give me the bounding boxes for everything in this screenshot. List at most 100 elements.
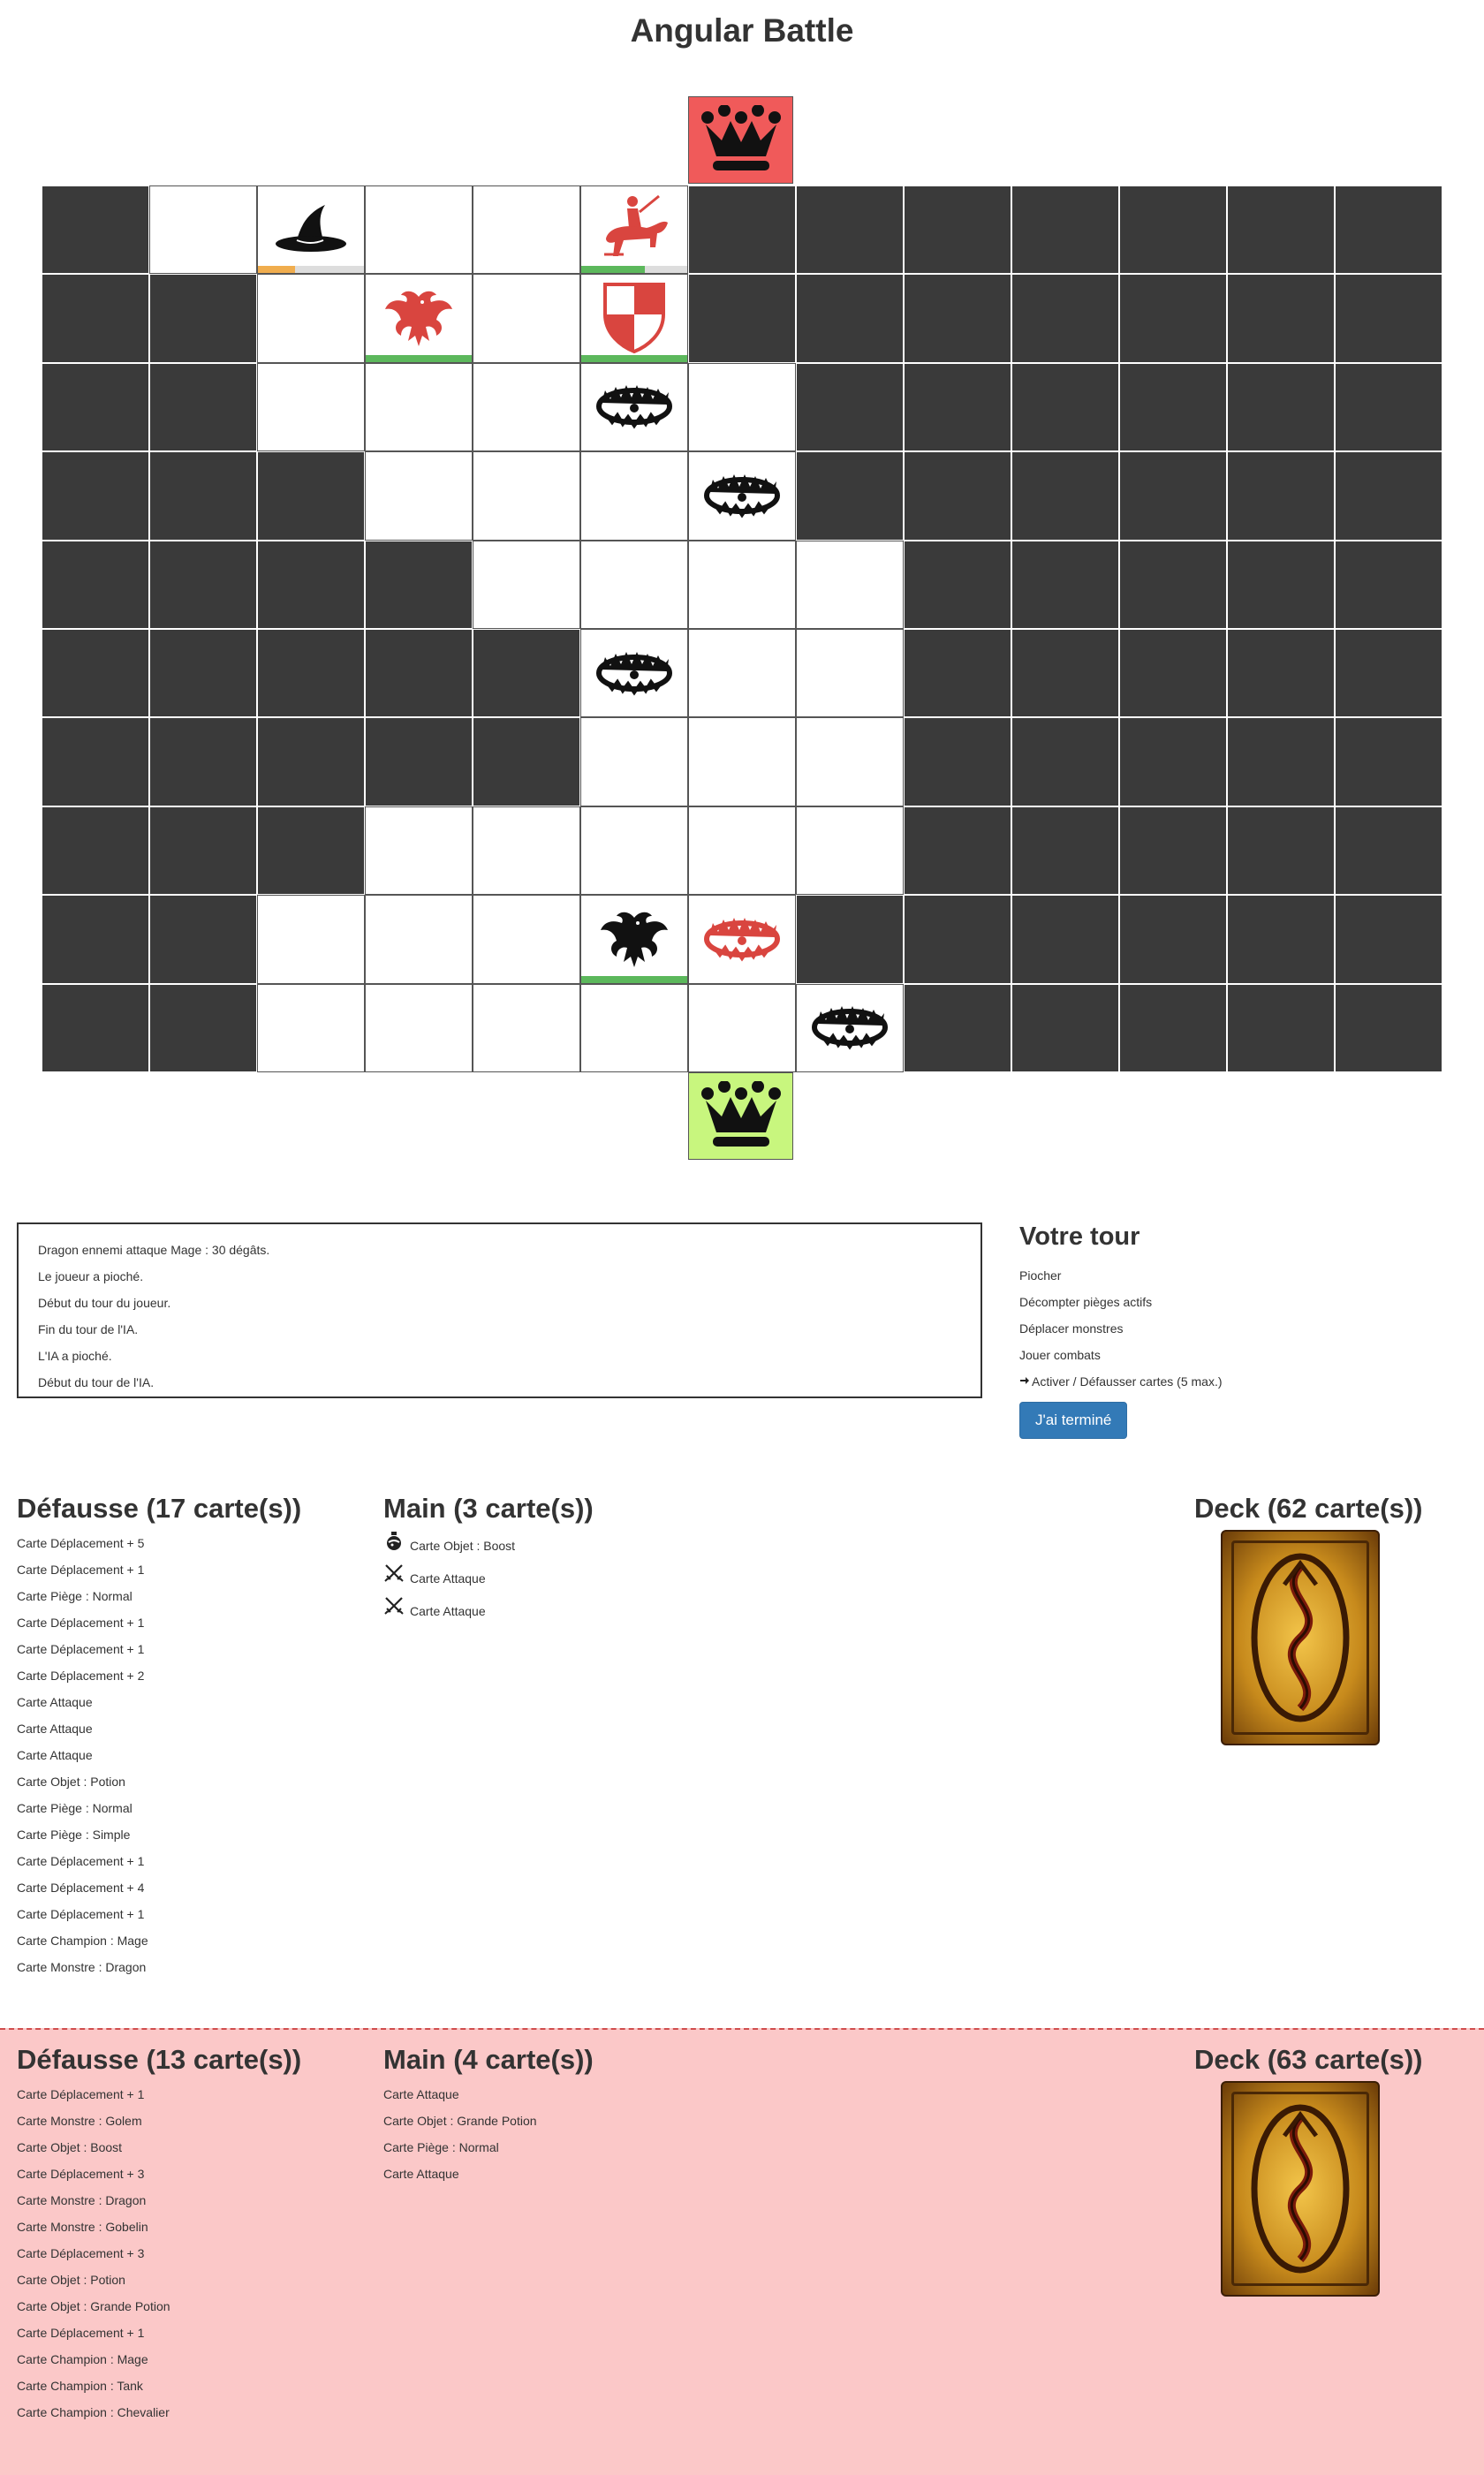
board-cell[interactable]	[688, 451, 796, 541]
board-wall	[796, 451, 904, 541]
board-wall	[42, 895, 149, 984]
turn-step: Piocher	[1019, 1268, 1062, 1283]
board-wall	[904, 895, 1011, 984]
log-line: Début du tour de l'IA.	[38, 1375, 155, 1389]
bear-trap-icon[interactable]	[594, 380, 674, 434]
board-cell[interactable]	[473, 362, 580, 452]
board-cell[interactable]	[580, 274, 688, 363]
deck-card-back[interactable]	[1221, 1530, 1380, 1745]
board-cell[interactable]	[473, 274, 580, 363]
player-discard: Défausse (17 carte(s)) Carte Déplacement…	[17, 1493, 352, 1980]
board-cell[interactable]	[796, 540, 904, 629]
board-cell[interactable]	[796, 806, 904, 896]
board-cell[interactable]	[688, 895, 796, 984]
card-entry: Carte Attaque	[17, 1748, 93, 1762]
card-entry: Carte Déplacement + 5	[17, 1536, 145, 1550]
player-hand: Main (3 carte(s)) Carte Objet : Boost Car…	[383, 1493, 737, 1628]
board-cell[interactable]	[580, 629, 688, 718]
bear-trap-icon[interactable]	[810, 1001, 890, 1055]
board-cell[interactable]	[796, 983, 904, 1072]
board-wall	[149, 629, 257, 718]
board-cell[interactable]	[257, 274, 365, 363]
hand-list: Carte Attaque Carte Objet : Grande Potion…	[383, 2081, 737, 2187]
board-cell[interactable]	[580, 806, 688, 896]
battle-log[interactable]: Dragon ennemi attaque Mage : 30 dégâts. …	[17, 1222, 982, 1398]
board-cell[interactable]	[365, 806, 473, 896]
board-wall	[149, 983, 257, 1072]
turn-step: Jouer combats	[1019, 1348, 1101, 1362]
board-cell[interactable]	[580, 983, 688, 1072]
board-wall	[1335, 983, 1442, 1072]
board-cell[interactable]	[473, 806, 580, 896]
board-cell[interactable]	[365, 362, 473, 452]
board-cell[interactable]	[365, 895, 473, 984]
board-cell[interactable]	[365, 185, 473, 275]
board-cell[interactable]	[580, 717, 688, 806]
board-cell[interactable]	[257, 362, 365, 452]
card-entry: Carte Champion : Mage	[17, 1934, 148, 1948]
health-bar	[258, 266, 364, 274]
board-cell[interactable]	[365, 274, 473, 363]
bear-trap-icon[interactable]	[702, 912, 782, 966]
hand-card-label: Carte Attaque	[410, 1571, 486, 1586]
card-entry: Carte Piège : Normal	[17, 1589, 132, 1603]
board-wall	[1227, 983, 1335, 1072]
board-wall	[42, 362, 149, 452]
card-entry: Carte Déplacement + 1	[17, 1616, 145, 1630]
board-wall	[1227, 895, 1335, 984]
board-cell[interactable]	[580, 540, 688, 629]
hand-card[interactable]: Carte Attaque	[383, 1595, 737, 1628]
bear-trap-icon[interactable]	[594, 647, 674, 700]
board-cell[interactable]	[580, 895, 688, 984]
board-cell[interactable]	[365, 451, 473, 541]
dragon-emblem-icon	[1251, 1553, 1350, 1722]
board-wall	[149, 540, 257, 629]
board-cell[interactable]	[580, 362, 688, 452]
board-wall	[42, 717, 149, 806]
board-cell[interactable]	[257, 895, 365, 984]
dragon-icon[interactable]	[382, 279, 456, 358]
knight-rider-icon[interactable]	[597, 193, 671, 268]
board-wall	[1119, 895, 1227, 984]
board-cell[interactable]	[688, 629, 796, 718]
board-cell[interactable]	[796, 629, 904, 718]
board-wall	[42, 806, 149, 896]
board-wall	[796, 185, 904, 275]
shield-icon[interactable]	[602, 279, 667, 358]
board-wall	[149, 806, 257, 896]
hand-card[interactable]: Carte Objet : Boost	[383, 1530, 737, 1563]
board-cell[interactable]	[257, 185, 365, 275]
board-cell[interactable]	[473, 895, 580, 984]
bear-trap-icon[interactable]	[702, 469, 782, 523]
board-cell[interactable]	[473, 451, 580, 541]
wizard-hat-icon[interactable]	[274, 201, 348, 259]
board-cell[interactable]	[473, 983, 580, 1072]
end-turn-button[interactable]: J'ai terminé	[1019, 1402, 1128, 1439]
crossed-swords-icon	[383, 1595, 405, 1628]
card-entry: Carte Champion : Chevalier	[17, 2405, 170, 2419]
board-cell[interactable]	[473, 185, 580, 275]
card-entry: Carte Monstre : Dragon	[17, 2193, 147, 2207]
board-cell[interactable]	[473, 540, 580, 629]
board-wall	[42, 185, 149, 275]
health-bar	[581, 975, 687, 983]
crossed-swords-icon	[383, 1563, 405, 1595]
board-cell[interactable]	[257, 983, 365, 1072]
dragon-icon[interactable]	[597, 900, 671, 979]
board-cell[interactable]	[688, 983, 796, 1072]
board-cell[interactable]	[149, 185, 257, 275]
board-cell[interactable]	[365, 983, 473, 1072]
board-cell[interactable]	[580, 451, 688, 541]
board-cell[interactable]	[796, 717, 904, 806]
hand-card[interactable]: Carte Attaque	[383, 1563, 737, 1595]
card-entry: Carte Objet : Boost	[17, 2140, 123, 2154]
board-wall	[1119, 983, 1227, 1072]
board-cell[interactable]	[580, 185, 688, 275]
board-cell[interactable]	[688, 717, 796, 806]
board-cell[interactable]	[688, 540, 796, 629]
card-entry: Carte Déplacement + 3	[17, 2246, 145, 2260]
board-wall	[904, 806, 1011, 896]
board-wall	[1011, 540, 1119, 629]
board-cell[interactable]	[688, 806, 796, 896]
board-cell[interactable]	[688, 362, 796, 452]
